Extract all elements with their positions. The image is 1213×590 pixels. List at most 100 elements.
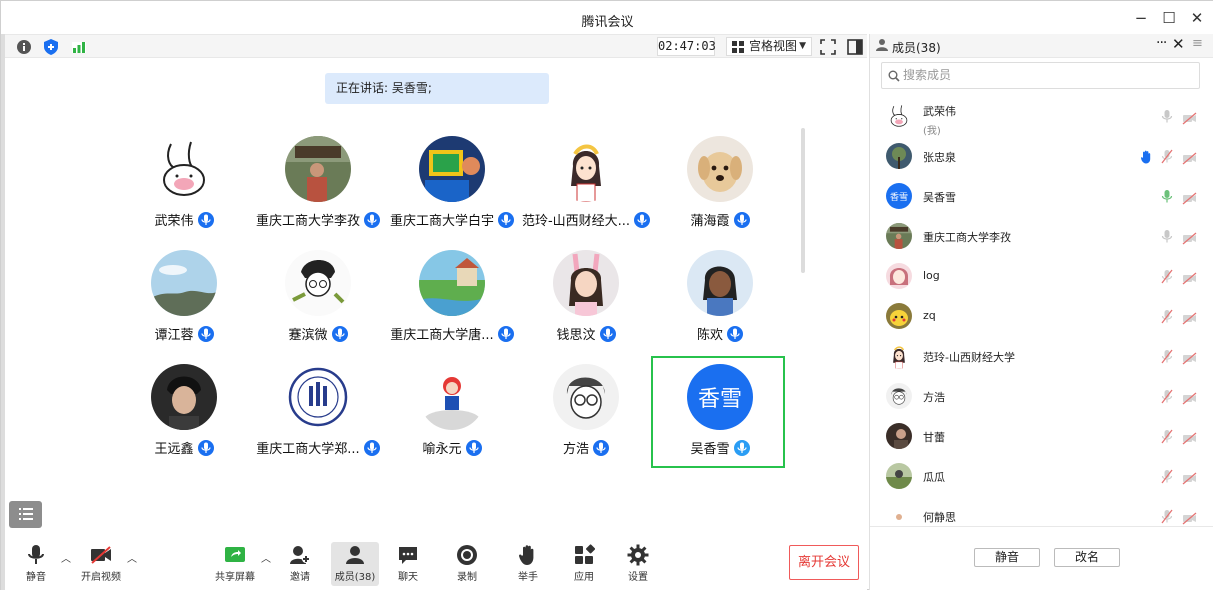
participant-name-text: 方浩 <box>562 442 589 457</box>
raise-hand-button[interactable]: 举手 <box>505 542 551 586</box>
member-camera-off-icon[interactable] <box>1182 190 1197 205</box>
close-panel-icon[interactable]: ✕ <box>1172 35 1185 53</box>
participant-tile[interactable]: 谭江蓉 <box>117 244 251 356</box>
record-button[interactable]: 录制 <box>444 542 490 586</box>
member-avatar <box>886 303 912 329</box>
info-icon[interactable] <box>15 38 33 56</box>
participant-tile[interactable]: 武荣伟 <box>117 130 251 242</box>
video-options-chevron-icon[interactable]: ︿ <box>127 550 137 565</box>
leave-meeting-button[interactable]: 离开会议 <box>789 545 859 580</box>
participant-tile[interactable]: 蹇滨微 <box>251 244 385 356</box>
participant-name-text: 重庆工商大学郑... <box>256 442 360 457</box>
participant-tile[interactable]: 香雪 吴香雪 <box>651 356 785 468</box>
fullscreen-icon[interactable] <box>819 38 837 56</box>
members-panel: 成员(38) ··· ✕ ≡ 搜索成员 武荣伟 (我) 张忠泉 香雪 吴香雪 重庆工商大学… <box>869 34 1213 590</box>
raise-hand-icon <box>519 545 534 565</box>
member-microphone-icon[interactable] <box>1161 109 1173 124</box>
participant-tile[interactable]: 方浩 <box>519 358 653 470</box>
member-row[interactable]: zq <box>870 297 1213 337</box>
member-microphone-icon[interactable] <box>1161 469 1173 484</box>
member-avatar <box>886 423 912 449</box>
member-row[interactable]: 香雪 吴香雪 <box>870 177 1213 217</box>
participant-tile[interactable]: 重庆工商大学李孜 <box>251 130 385 242</box>
member-camera-off-icon[interactable] <box>1182 230 1197 245</box>
search-placeholder: 搜索成员 <box>903 68 952 82</box>
member-row[interactable]: 重庆工商大学李孜 <box>870 217 1213 257</box>
member-row[interactable]: 何静思 <box>870 497 1213 527</box>
participant-tile[interactable]: 蒲海霞 <box>653 130 787 242</box>
member-microphone-icon[interactable] <box>1161 349 1173 364</box>
member-camera-off-icon[interactable] <box>1182 430 1197 445</box>
member-microphone-icon[interactable] <box>1161 269 1173 284</box>
participant-tile[interactable]: 钱思汶 <box>519 244 653 356</box>
maximize-icon[interactable]: ☐ <box>1158 7 1180 29</box>
member-camera-off-icon[interactable] <box>1182 310 1197 325</box>
menu-lines-icon[interactable]: ≡ <box>1192 36 1203 51</box>
signal-strength-icon[interactable] <box>70 38 88 56</box>
member-row[interactable]: 张忠泉 <box>870 137 1213 177</box>
mute-all-button[interactable]: 静音 <box>974 548 1040 567</box>
member-camera-off-icon[interactable] <box>1182 470 1197 485</box>
member-microphone-icon[interactable] <box>1161 309 1173 324</box>
grid-scrollbar[interactable] <box>801 128 805 273</box>
more-options-icon[interactable]: ··· <box>1156 35 1167 51</box>
participant-tile[interactable]: 重庆工商大学唐... <box>385 244 519 356</box>
rename-button[interactable]: 改名 <box>1054 548 1120 567</box>
members-button[interactable]: 成员(38) <box>331 542 379 586</box>
share-options-chevron-icon[interactable]: ︿ <box>261 550 271 565</box>
invite-button[interactable]: 邀请 <box>277 542 323 586</box>
settings-button[interactable]: 设置 <box>615 542 661 586</box>
member-microphone-icon[interactable] <box>1161 509 1173 524</box>
start-video-button[interactable]: 开启视频 <box>78 542 124 586</box>
member-microphone-icon[interactable] <box>1161 429 1173 444</box>
member-camera-off-icon[interactable] <box>1182 390 1197 405</box>
participant-tile[interactable]: 范玲-山西财经大... <box>519 130 653 242</box>
microphone-status-icon <box>197 212 214 228</box>
participant-name: 范玲-山西财经大... <box>519 210 653 229</box>
member-row[interactable]: 甘蕾 <box>870 417 1213 457</box>
participant-tile[interactable]: 王远鑫 <box>117 358 251 470</box>
participant-tile[interactable]: 陈欢 <box>653 244 787 356</box>
participant-name-text: 吴香雪 <box>690 442 730 457</box>
minimize-icon[interactable]: − <box>1130 7 1152 29</box>
mute-button[interactable]: 静音 <box>13 542 59 586</box>
member-name: 方浩 <box>923 391 945 404</box>
member-camera-off-icon[interactable] <box>1182 350 1197 365</box>
participant-name-text: 陈欢 <box>696 328 723 343</box>
member-row[interactable]: 方浩 <box>870 377 1213 417</box>
member-microphone-icon[interactable] <box>1161 389 1173 404</box>
member-microphone-icon[interactable] <box>1161 229 1173 244</box>
member-row[interactable]: 范玲-山西财经大学 <box>870 337 1213 377</box>
list-icon <box>19 508 33 520</box>
member-row[interactable]: 瓜瓜 <box>870 457 1213 497</box>
participant-tile[interactable]: 重庆工商大学郑... <box>251 358 385 470</box>
member-search-input[interactable]: 搜索成员 <box>881 62 1200 89</box>
member-camera-off-icon[interactable] <box>1182 150 1197 165</box>
share-screen-button[interactable]: 共享屏幕 <box>212 542 258 586</box>
raised-hand-icon[interactable] <box>1140 149 1152 164</box>
member-microphone-icon[interactable] <box>1161 149 1173 164</box>
member-camera-off-icon[interactable] <box>1182 110 1197 125</box>
sidebar-toggle-icon[interactable] <box>846 38 864 56</box>
list-toggle-button[interactable] <box>9 501 42 528</box>
participant-tile[interactable]: 重庆工商大学白宇 <box>385 130 519 242</box>
chat-button[interactable]: 聊天 <box>385 542 431 586</box>
members-panel-title: 成员(38) <box>892 41 941 55</box>
video-grid-area: 正在讲话: 吴香雪; 武荣伟 重庆工商大学李孜 重庆工商大学白宇 范玲-山西财经大..… <box>5 58 867 536</box>
members-panel-footer: 静音 改名 <box>870 526 1213 590</box>
member-camera-off-icon[interactable] <box>1182 510 1197 525</box>
member-camera-off-icon[interactable] <box>1182 270 1197 285</box>
security-shield-icon[interactable] <box>42 38 60 56</box>
participant-name-text: 重庆工商大学李孜 <box>255 214 360 229</box>
audio-options-chevron-icon[interactable]: ︿ <box>61 550 71 565</box>
view-mode-select[interactable]: 宫格视图 ▼ <box>726 37 812 56</box>
member-microphone-icon[interactable] <box>1161 189 1173 204</box>
microphone-status-icon <box>197 440 214 456</box>
participant-tile[interactable]: 喻永元 <box>385 358 519 470</box>
close-icon[interactable]: ✕ <box>1186 7 1208 29</box>
apps-button[interactable]: 应用 <box>561 542 607 586</box>
member-row[interactable]: 武荣伟 (我) <box>870 97 1213 137</box>
meeting-toolbar: 02:47:03 宫格视图 ▼ <box>5 34 867 58</box>
participant-name: 陈欢 <box>653 324 787 343</box>
member-row[interactable]: log <box>870 257 1213 297</box>
